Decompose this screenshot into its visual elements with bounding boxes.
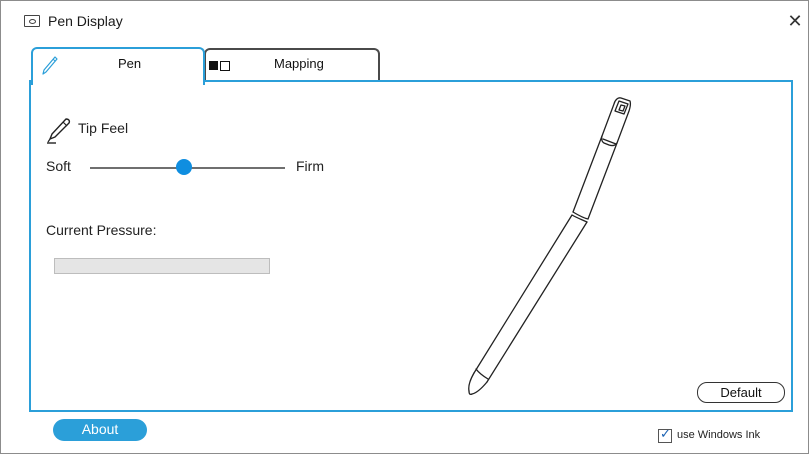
tab-pen-label: Pen: [118, 56, 142, 71]
check-icon: ✓: [660, 426, 671, 441]
stylus-illustration: [447, 92, 647, 409]
window-title: Pen Display: [48, 13, 123, 29]
default-button[interactable]: Default: [697, 382, 785, 403]
tip-feel-label: Tip Feel: [78, 120, 129, 136]
pen-display-window: Pen Display ✕ Pen Mapping Tip Feel Soft: [0, 0, 809, 454]
tab-mapping-label: Mapping: [274, 56, 324, 71]
display-icon: [24, 15, 40, 27]
pen-nib-icon: [43, 116, 73, 151]
tab-mapping[interactable]: Mapping: [204, 48, 380, 81]
slider-max-label: Firm: [296, 158, 324, 174]
windows-ink-label: use Windows Ink: [677, 429, 761, 441]
close-button[interactable]: ✕: [784, 10, 806, 32]
title-bar: Pen Display ✕: [1, 1, 808, 41]
slider-min-label: Soft: [46, 158, 71, 174]
tip-feel-slider-thumb[interactable]: [175, 159, 192, 175]
tab-pen[interactable]: Pen: [31, 47, 205, 85]
pen-icon: [41, 55, 59, 80]
about-button[interactable]: About: [53, 419, 147, 441]
pen-settings-panel: Tip Feel Soft Firm Current Pressure: Def…: [29, 80, 793, 412]
pressure-meter: [54, 258, 270, 274]
windows-ink-checkbox[interactable]: ✓: [658, 426, 672, 443]
current-pressure-label: Current Pressure:: [46, 222, 157, 238]
screen-mapping-icon: [209, 61, 231, 71]
